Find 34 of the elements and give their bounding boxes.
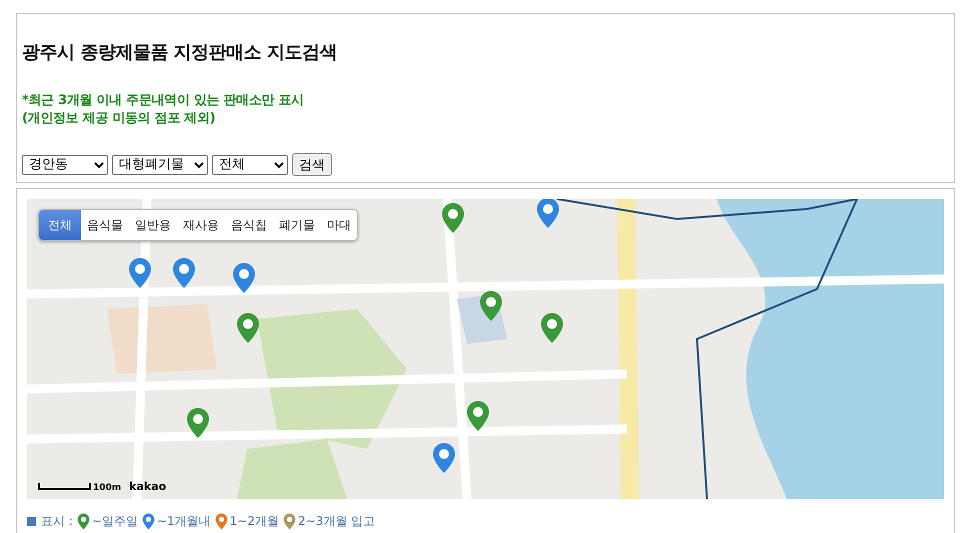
category-tab[interactable]: 폐기물	[273, 210, 321, 240]
category-tab[interactable]: 음식물	[81, 210, 129, 240]
map-marker-icon[interactable]	[172, 257, 196, 289]
filter-dropdown[interactable]: 전체	[212, 154, 288, 174]
filter-dropdown[interactable]: 대형폐기물	[112, 154, 208, 174]
map-marker-icon[interactable]	[479, 290, 503, 322]
notice-text: (개인정보 제공 미동의 점포 제외)	[22, 110, 216, 128]
map-provider-label: kakao	[129, 480, 166, 493]
category-tab[interactable]: 일반용	[129, 210, 177, 240]
legend-label: 표시 :	[41, 513, 73, 530]
page-title: 광주시 종량제물품 지정판매소 지도검색	[22, 41, 338, 64]
map-marker-icon[interactable]	[540, 312, 564, 344]
search-button[interactable]: 검색	[292, 153, 332, 176]
map-marker-icon[interactable]	[236, 312, 260, 344]
map-marker-icon[interactable]	[432, 442, 456, 474]
legend-item-label: 1~2개월	[230, 513, 279, 530]
legend-item-label: ~일주일	[92, 513, 138, 530]
category-tab[interactable]: 음식칩	[225, 210, 273, 240]
map-marker-icon[interactable]	[232, 262, 256, 294]
map-marker-icon[interactable]	[441, 202, 465, 234]
category-tab[interactable]: 마대	[321, 210, 357, 240]
map-marker-icon[interactable]	[536, 199, 560, 229]
category-tab[interactable]: 전체	[39, 210, 81, 240]
notice-text: *최근 3개월 이내 주문내역이 있는 판매소만 표시	[22, 92, 305, 110]
legend-item-label: ~1개월내	[156, 513, 211, 530]
scale-bar	[38, 483, 91, 490]
legend-item-label: 2~3개월 입고	[298, 513, 376, 530]
map-marker-icon[interactable]	[128, 257, 152, 289]
map-marker-icon[interactable]	[466, 400, 490, 432]
filter-dropdown[interactable]: 경안동	[22, 154, 108, 174]
legend-square-icon	[27, 517, 36, 526]
category-tab[interactable]: 재사용	[177, 210, 225, 240]
map-marker-icon[interactable]	[186, 407, 210, 439]
scale-label: 100m	[93, 483, 122, 493]
